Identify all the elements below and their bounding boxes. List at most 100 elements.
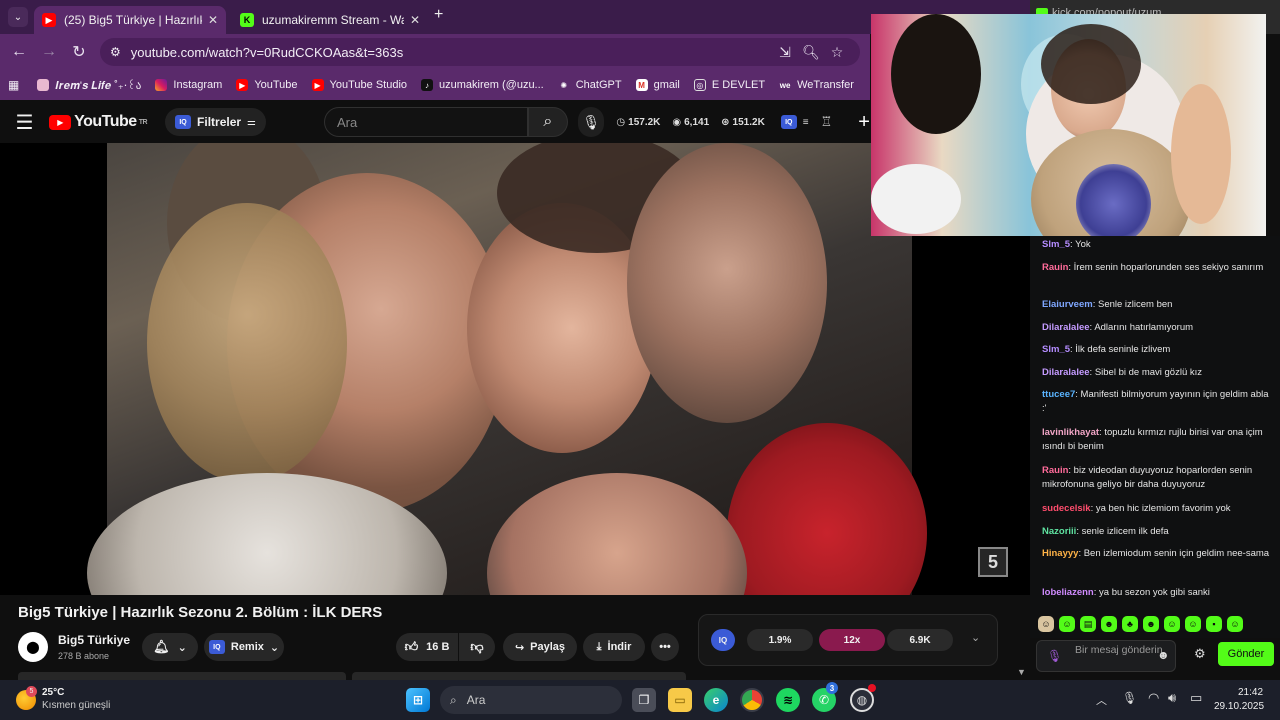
list-icon: ≡ [802, 116, 809, 128]
edge-icon[interactable]: e [704, 688, 728, 712]
whatsapp-icon[interactable]: ✆ 3 [812, 682, 838, 712]
send-button[interactable]: Gönder [1218, 642, 1274, 666]
emote-icon[interactable]: ☺ [1164, 616, 1180, 632]
start-menu-icon[interactable]: ⊞ [406, 688, 430, 712]
iq-toolbar-button[interactable]: IQ ≡ [780, 115, 809, 129]
emote-icon[interactable]: ☺ [1059, 616, 1075, 632]
emote-icon[interactable]: ☺ [1185, 616, 1201, 632]
more-actions-button[interactable]: ••• [651, 633, 679, 661]
bookmark-tiktok[interactable]: ♪ uzumakirem (@uzu... [421, 79, 544, 91]
tray-microphone-icon[interactable]: 🎙︎ [1122, 691, 1137, 705]
bookmark-chatgpt[interactable]: ✺ ChatGPT [558, 79, 621, 91]
chat-username[interactable]: ttucee7 [1042, 389, 1075, 400]
chat-username[interactable]: Nazoriii [1042, 526, 1076, 537]
share-button[interactable]: ↪ Paylaş [503, 633, 577, 661]
bookmark-wetransfer[interactable]: we WeTransfer [779, 79, 854, 91]
emote-icon[interactable]: ☺ [1227, 616, 1243, 632]
subscribe-bell-button[interactable]: 🔔︎ ⌄ [142, 633, 198, 661]
chat-username[interactable]: Hinayyy [1042, 548, 1078, 559]
filter-button[interactable]: IQ Filtreler ⚌ [165, 108, 267, 136]
bookmark-youtube[interactable]: ▶ YouTube [236, 79, 298, 91]
windows-taskbar: 5 25°C Kısmen güneşli ⊞ ⌕ Ara ❐ ▭ e ≋ ✆ 3… [0, 680, 1280, 720]
chrome-icon[interactable] [740, 688, 764, 712]
tab-youtube[interactable]: ▶ (25) Big5 Türkiye | Hazırlık Sezo ✕ [34, 6, 226, 34]
channel-name[interactable]: Big5 Türkiye [58, 633, 130, 647]
voice-search-button[interactable]: 🎙︎ [578, 107, 605, 137]
bookmark-irems-life[interactable]: 𝑰𝒓𝒆𝒎'𝒔 𝑳𝒊𝒇𝒆 ˚₊‧꒰ა [37, 77, 141, 93]
forward-button[interactable]: → [34, 37, 64, 67]
chat-username[interactable]: sudecelsik [1042, 503, 1091, 514]
chat-message: Dilaralalee: Sibel bi de mavi gözlü kız [1042, 367, 1203, 378]
chat-username[interactable]: Slm_5 [1042, 239, 1070, 250]
new-tab-button[interactable]: + [434, 6, 443, 24]
emote-icon[interactable]: ▤ [1080, 616, 1096, 632]
chat-username[interactable]: lavinlikhayat [1042, 427, 1099, 438]
url-field[interactable]: ⚙ youtube.com/watch?v=0RudCCKOAas&t=363s… [100, 38, 860, 66]
download-button[interactable]: ⤓ İndir [583, 633, 645, 661]
logo-region: TR [138, 118, 148, 126]
clock-date[interactable]: 29.10.2025 [1214, 701, 1264, 712]
emote-icon[interactable]: ▪ [1206, 616, 1222, 632]
task-view-icon[interactable]: ❐ [632, 688, 656, 712]
bookmark-e-devlet[interactable]: ◎ E DEVLET [693, 79, 765, 91]
chat-username[interactable]: Rauin [1042, 262, 1068, 273]
clock-time[interactable]: 21:42 [1238, 687, 1263, 698]
remix-button[interactable]: IQ Remix ⌄ [204, 633, 284, 661]
iq-icon: IQ [208, 640, 225, 654]
bookmark-label: WeTransfer [797, 79, 854, 91]
apps-icon[interactable]: ▦ [8, 78, 19, 92]
instagram-icon [155, 79, 168, 91]
emote-icon[interactable]: ♣ [1122, 616, 1138, 632]
emote-icon[interactable]: ☻ [1101, 616, 1117, 632]
volume-icon[interactable]: 🔊︎ [1168, 690, 1176, 706]
weather-widget[interactable]: 5 25°C Kısmen güneşli [16, 686, 136, 714]
bookmark-gmail[interactable]: Mgmail [635, 79, 680, 91]
like-button[interactable]: 👍︎ 16 B [396, 633, 458, 661]
search-input[interactable]: Ara [324, 107, 528, 137]
close-icon[interactable]: ✕ [410, 13, 420, 27]
bookmark-instagram[interactable]: Instagram [155, 79, 222, 91]
chat-username[interactable]: Dilaralalee [1042, 322, 1090, 333]
emote-icon[interactable]: ☻ [1143, 616, 1159, 632]
bookmark-youtube-studio[interactable]: ▶ YouTube Studio [311, 79, 407, 91]
tab-search-button[interactable]: ⌄ [8, 7, 28, 27]
taskbar-search[interactable]: ⌕ Ara [440, 686, 622, 714]
channel-avatar[interactable]: ⬤ [18, 632, 48, 662]
emoji-icon[interactable]: ☻ [1157, 649, 1170, 661]
chevron-down-icon[interactable]: ⌄ [971, 631, 980, 644]
weather-badge: 5 [26, 686, 37, 697]
chat-settings-icon[interactable]: ⚙ [1194, 646, 1206, 662]
create-button[interactable]: + [858, 111, 870, 134]
chat-text: Manifesti bilmiyorum yayının için geldim… [1042, 389, 1269, 414]
chat-username[interactable]: Dilaralalee [1042, 367, 1090, 378]
close-icon[interactable]: ✕ [208, 13, 218, 27]
trophy-icon[interactable]: ♖ [821, 114, 833, 130]
chat-username[interactable]: Rauin [1042, 465, 1068, 476]
chat-username[interactable]: Slm_5 [1042, 344, 1070, 355]
reload-button[interactable]: ↻ [64, 37, 94, 67]
emote-icon[interactable]: ☺ [1038, 616, 1054, 632]
tray-chevron-icon[interactable]: ︿ [1096, 692, 1107, 708]
chat-input[interactable]: 🎙︎ Bir mesaj gönderin ☻ [1036, 640, 1176, 672]
scrollbar-arrow-icon[interactable]: ▼ [1017, 667, 1026, 677]
spotify-icon[interactable]: ≋ [776, 688, 800, 712]
bookmark-label: uzumakirem (@uzu... [439, 79, 544, 91]
tab-title: uzumakiremm Stream - Watch [262, 13, 404, 27]
zoom-icon[interactable]: 🔍︎ [798, 44, 824, 61]
tab-kick[interactable]: K uzumakiremm Stream - Watch ✕ [232, 6, 428, 34]
channel-watermark[interactable]: 5 [978, 547, 1008, 577]
site-info-icon[interactable]: ⚙ [110, 45, 121, 59]
chat-username[interactable]: lobeliazenn [1042, 587, 1094, 598]
obs-icon[interactable]: ◍ [850, 684, 876, 712]
back-button[interactable]: ← [4, 37, 34, 67]
file-explorer-icon[interactable]: ▭ [668, 688, 692, 712]
wifi-icon[interactable]: ◠ [1148, 690, 1159, 706]
install-icon[interactable]: ⇲ [772, 44, 798, 61]
bookmark-star-icon[interactable]: ☆ [824, 44, 850, 61]
hamburger-menu-icon[interactable]: ☰ [0, 110, 49, 135]
youtube-logo[interactable]: ▶ YouTube TR [49, 113, 148, 131]
search-button[interactable]: ⌕ [527, 107, 569, 137]
dislike-button[interactable]: 👎︎ [459, 633, 495, 661]
battery-icon[interactable]: ▭ [1190, 690, 1202, 706]
chat-username[interactable]: Elaiurveem [1042, 299, 1093, 310]
